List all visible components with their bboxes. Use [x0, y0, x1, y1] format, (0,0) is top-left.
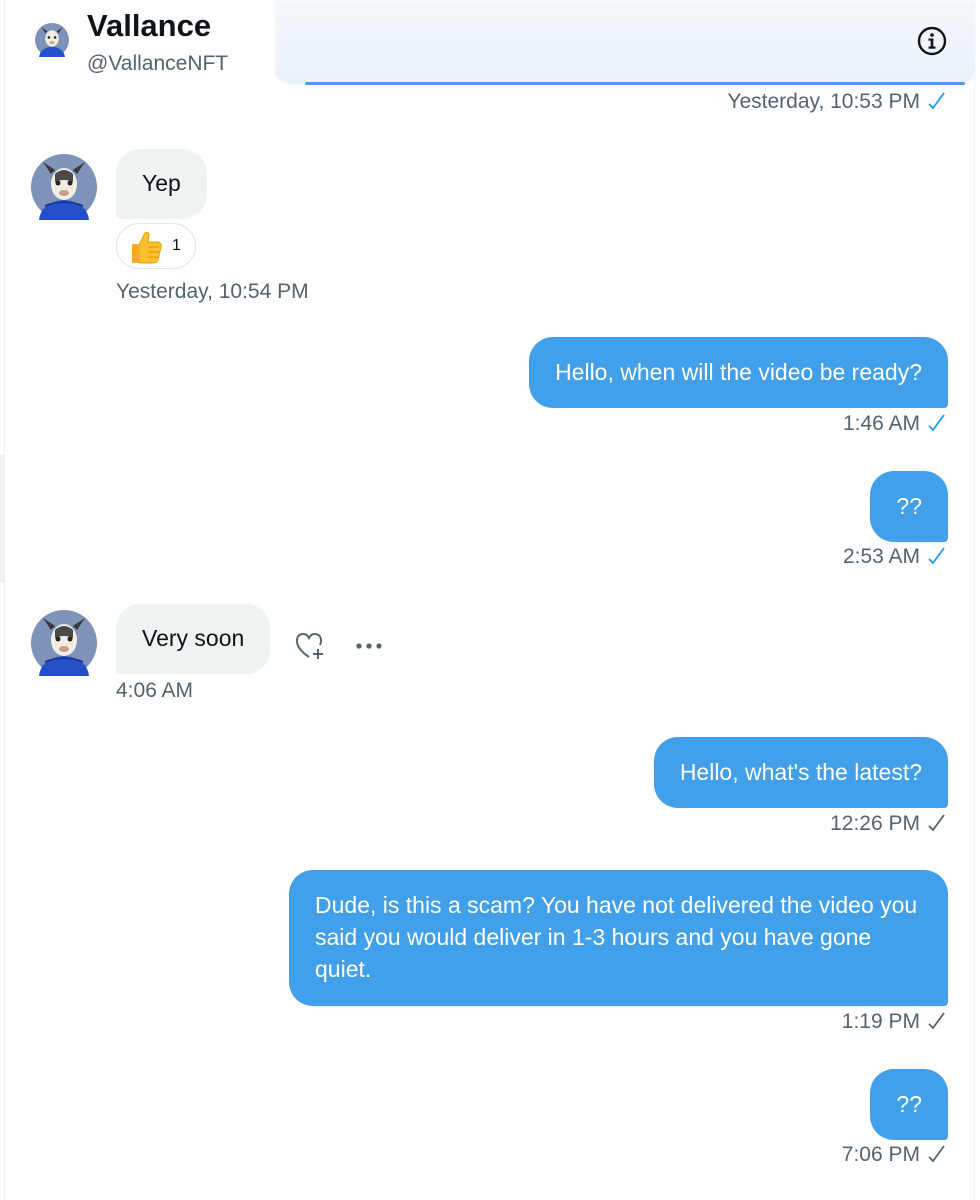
incoming-message-bubble[interactable]: Very soon [116, 604, 271, 674]
incoming-message-bubble[interactable]: Yep [116, 149, 207, 219]
heart-plus-icon[interactable] [294, 630, 328, 662]
outgoing-message-bubble[interactable]: Hello, when will the video be ready? [529, 337, 948, 408]
scrolled-message-preview [275, 0, 975, 84]
info-icon[interactable] [916, 25, 948, 57]
timestamp-text: Yesterday, 10:54 PM [116, 280, 309, 303]
sent-check-icon [928, 814, 945, 832]
message-timestamp: 2:53 AM [843, 545, 946, 569]
thumbs-up-emoji [132, 231, 162, 264]
read-check-icon [928, 414, 945, 432]
left-panel-edge [0, 455, 4, 583]
message-timestamp: 1:46 AM [843, 412, 946, 436]
contact-name[interactable]: Vallance [87, 8, 211, 44]
header-avatar[interactable] [35, 23, 69, 57]
read-check-icon [928, 547, 945, 565]
scrolled-message-edge [305, 82, 965, 85]
timestamp-text: 12:26 PM [830, 812, 920, 835]
sender-avatar[interactable] [31, 610, 97, 676]
outgoing-message-bubble[interactable]: Dude, is this a scam? You have not deliv… [289, 870, 948, 1006]
read-check-icon [928, 92, 945, 110]
conversation-header: Vallance @VallanceNFT [5, 0, 975, 86]
timestamp-text: 1:19 PM [841, 1010, 920, 1033]
outgoing-message-bubble[interactable]: Hello, what's the latest? [653, 737, 948, 808]
outgoing-message-bubble[interactable]: ?? [870, 471, 948, 542]
conversation-view: Vallance @VallanceNFT Yesterday, 10:53 P… [0, 0, 980, 1200]
message-timestamp: 7:06 PM [842, 1143, 946, 1167]
message-timestamp: Yesterday, 10:54 PM [116, 280, 309, 304]
reaction-count: 1 [172, 237, 181, 254]
contact-handle[interactable]: @VallanceNFT [87, 52, 228, 76]
more-icon[interactable] [355, 640, 383, 652]
message-timestamp: 1:19 PM [842, 1010, 946, 1034]
sent-check-icon [928, 1145, 945, 1163]
left-border [4, 0, 5, 1200]
timestamp-text: Yesterday, 10:53 PM [727, 90, 920, 113]
message-timestamp: Yesterday, 10:53 PM [727, 90, 946, 114]
timestamp-text: 2:53 AM [842, 545, 920, 568]
sender-avatar[interactable] [31, 154, 97, 220]
timestamp-text: 1:46 AM [842, 412, 920, 435]
right-border [974, 0, 975, 1200]
reaction-badge[interactable]: 1 [116, 223, 196, 269]
timestamp-text: 4:06 AM [116, 679, 194, 702]
timestamp-text: 7:06 PM [841, 1143, 920, 1166]
outgoing-message-bubble[interactable]: ?? [870, 1069, 948, 1140]
message-timestamp: 4:06 AM [116, 679, 193, 703]
message-timestamp: 12:26 PM [830, 812, 946, 836]
sent-check-icon [928, 1012, 945, 1030]
